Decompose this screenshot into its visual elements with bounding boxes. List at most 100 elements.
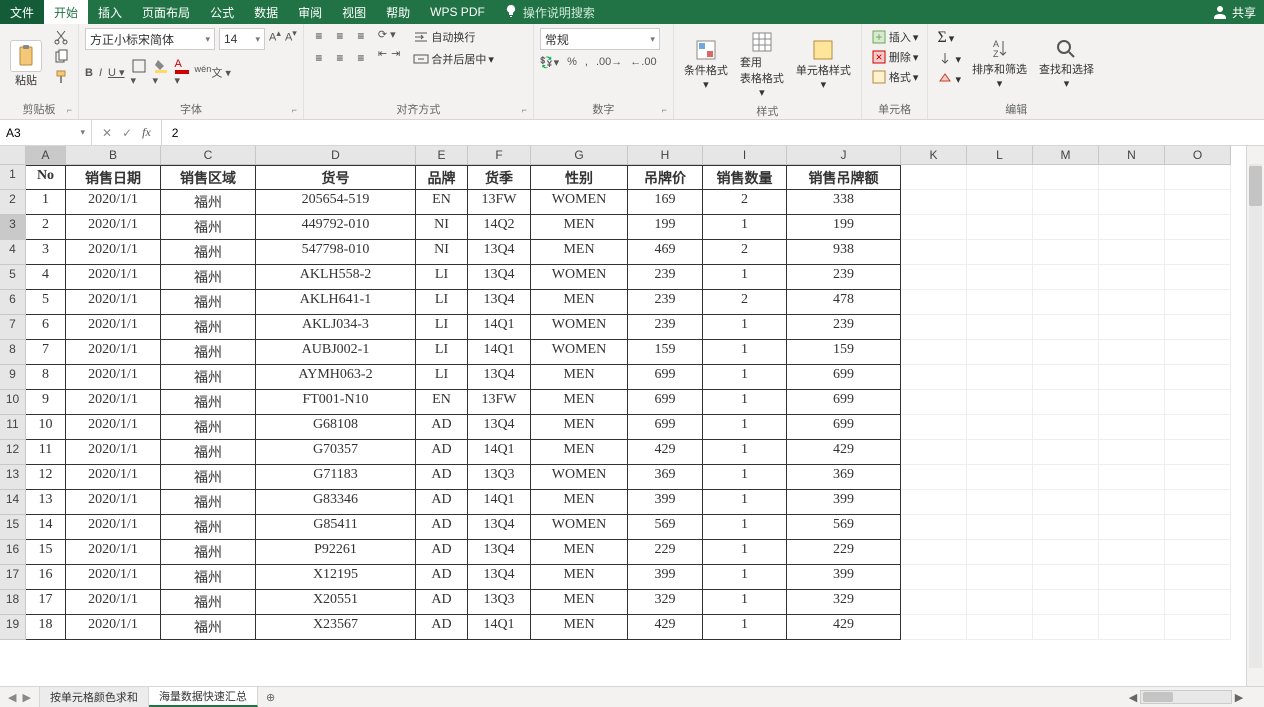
table-cell[interactable]: 2020/1/1 bbox=[66, 215, 161, 240]
empty-cell[interactable] bbox=[901, 165, 967, 190]
table-cell[interactable]: 福州 bbox=[161, 615, 256, 640]
table-header-cell[interactable]: 销售吊牌额 bbox=[787, 165, 901, 190]
select-all-corner[interactable] bbox=[0, 146, 26, 165]
table-cell[interactable]: 2020/1/1 bbox=[66, 565, 161, 590]
table-cell[interactable]: 17 bbox=[26, 590, 66, 615]
table-header-cell[interactable]: 性别 bbox=[531, 165, 628, 190]
table-header-cell[interactable]: 品牌 bbox=[416, 165, 468, 190]
sort-filter-button[interactable]: AZ 排序和筛选▾ bbox=[968, 28, 1031, 99]
table-cell[interactable]: 2020/1/1 bbox=[66, 590, 161, 615]
empty-cell[interactable] bbox=[967, 215, 1033, 240]
number-launcher[interactable]: ⌐ bbox=[662, 105, 667, 115]
horizontal-scrollbar[interactable]: ◀ ▶ bbox=[1126, 687, 1246, 707]
table-cell[interactable]: 1 bbox=[703, 615, 787, 640]
table-cell[interactable]: 2020/1/1 bbox=[66, 240, 161, 265]
table-cell[interactable]: 369 bbox=[787, 465, 901, 490]
table-cell[interactable]: 13FW bbox=[468, 190, 531, 215]
sheet-nav[interactable]: ◀ ▶ bbox=[0, 687, 40, 707]
table-cell[interactable]: 福州 bbox=[161, 290, 256, 315]
empty-cell[interactable] bbox=[1033, 390, 1099, 415]
empty-cell[interactable] bbox=[1099, 165, 1165, 190]
empty-cell[interactable] bbox=[901, 540, 967, 565]
empty-cell[interactable] bbox=[1165, 290, 1231, 315]
table-cell[interactable]: 5 bbox=[26, 290, 66, 315]
phonetic-button[interactable]: wén文 ▾ bbox=[195, 64, 231, 81]
tab-insert[interactable]: 插入 bbox=[88, 0, 132, 24]
table-cell[interactable]: 福州 bbox=[161, 440, 256, 465]
table-cell[interactable]: 429 bbox=[628, 440, 703, 465]
empty-cell[interactable] bbox=[1165, 540, 1231, 565]
table-cell[interactable]: MEN bbox=[531, 590, 628, 615]
empty-cell[interactable] bbox=[967, 315, 1033, 340]
table-cell[interactable]: MEN bbox=[531, 215, 628, 240]
table-cell[interactable]: 14Q1 bbox=[468, 440, 531, 465]
table-cell[interactable]: 13Q4 bbox=[468, 290, 531, 315]
table-cell[interactable]: 699 bbox=[787, 415, 901, 440]
table-cell[interactable]: LI bbox=[416, 315, 468, 340]
table-cell[interactable]: 1 bbox=[703, 490, 787, 515]
empty-cell[interactable] bbox=[967, 240, 1033, 265]
bold-button[interactable]: B bbox=[85, 67, 93, 79]
table-cell[interactable]: 399 bbox=[787, 565, 901, 590]
empty-cell[interactable] bbox=[967, 415, 1033, 440]
table-cell[interactable]: 福州 bbox=[161, 215, 256, 240]
table-cell[interactable]: AUBJ002-1 bbox=[256, 340, 416, 365]
table-cell[interactable]: 239 bbox=[628, 265, 703, 290]
empty-cell[interactable] bbox=[1165, 415, 1231, 440]
empty-cell[interactable] bbox=[1099, 215, 1165, 240]
table-cell[interactable]: 569 bbox=[787, 515, 901, 540]
empty-cell[interactable] bbox=[1165, 515, 1231, 540]
formula-input[interactable] bbox=[172, 126, 1254, 140]
empty-cell[interactable] bbox=[901, 490, 967, 515]
cancel-icon[interactable]: ✕ bbox=[102, 126, 112, 140]
empty-cell[interactable] bbox=[1033, 265, 1099, 290]
empty-cell[interactable] bbox=[1165, 390, 1231, 415]
empty-cell[interactable] bbox=[1033, 340, 1099, 365]
empty-cell[interactable] bbox=[967, 440, 1033, 465]
empty-cell[interactable] bbox=[1165, 315, 1231, 340]
table-cell[interactable]: 2020/1/1 bbox=[66, 465, 161, 490]
table-cell[interactable]: MEN bbox=[531, 615, 628, 640]
table-cell[interactable]: 1 bbox=[703, 565, 787, 590]
align-top-button[interactable]: ≡ bbox=[310, 28, 328, 44]
table-cell[interactable]: NI bbox=[416, 240, 468, 265]
table-cell[interactable]: LI bbox=[416, 290, 468, 315]
column-header[interactable]: I bbox=[703, 146, 787, 165]
clipboard-launcher[interactable]: ⌐ bbox=[67, 105, 72, 115]
table-cell[interactable]: 205654-519 bbox=[256, 190, 416, 215]
table-cell[interactable]: 1 bbox=[703, 515, 787, 540]
empty-cell[interactable] bbox=[901, 290, 967, 315]
table-cell[interactable]: AKLJ034-3 bbox=[256, 315, 416, 340]
table-cell[interactable]: 1 bbox=[703, 340, 787, 365]
row-header[interactable]: 17 bbox=[0, 565, 26, 590]
table-cell[interactable]: 14Q1 bbox=[468, 315, 531, 340]
percent-button[interactable]: % bbox=[567, 56, 577, 69]
row-header[interactable]: 6 bbox=[0, 290, 26, 315]
table-cell[interactable]: AD bbox=[416, 615, 468, 640]
table-cell[interactable]: 329 bbox=[628, 590, 703, 615]
table-cell[interactable]: 3 bbox=[26, 240, 66, 265]
table-cell[interactable]: 239 bbox=[787, 265, 901, 290]
tell-me-search[interactable]: 操作说明搜索 bbox=[503, 0, 595, 24]
sheet-nav-prev-icon[interactable]: ◀ bbox=[8, 691, 16, 704]
empty-cell[interactable] bbox=[1165, 340, 1231, 365]
table-cell[interactable]: 福州 bbox=[161, 390, 256, 415]
table-header-cell[interactable]: 吊牌价 bbox=[628, 165, 703, 190]
tab-formula[interactable]: 公式 bbox=[200, 0, 244, 24]
table-cell[interactable]: 13FW bbox=[468, 390, 531, 415]
empty-cell[interactable] bbox=[967, 265, 1033, 290]
empty-cell[interactable] bbox=[1165, 590, 1231, 615]
align-middle-button[interactable]: ≡ bbox=[331, 28, 349, 44]
row-header[interactable]: 18 bbox=[0, 590, 26, 615]
table-cell[interactable]: 14 bbox=[26, 515, 66, 540]
table-cell[interactable]: MEN bbox=[531, 390, 628, 415]
font-launcher[interactable]: ⌐ bbox=[292, 105, 297, 115]
table-cell[interactable]: 福州 bbox=[161, 590, 256, 615]
table-cell[interactable]: AD bbox=[416, 540, 468, 565]
scroll-right-icon[interactable]: ▶ bbox=[1232, 691, 1246, 704]
align-launcher[interactable]: ⌐ bbox=[522, 105, 527, 115]
table-cell[interactable]: 2020/1/1 bbox=[66, 490, 161, 515]
table-cell[interactable]: 福州 bbox=[161, 540, 256, 565]
table-cell[interactable]: 2 bbox=[703, 240, 787, 265]
empty-cell[interactable] bbox=[1099, 615, 1165, 640]
